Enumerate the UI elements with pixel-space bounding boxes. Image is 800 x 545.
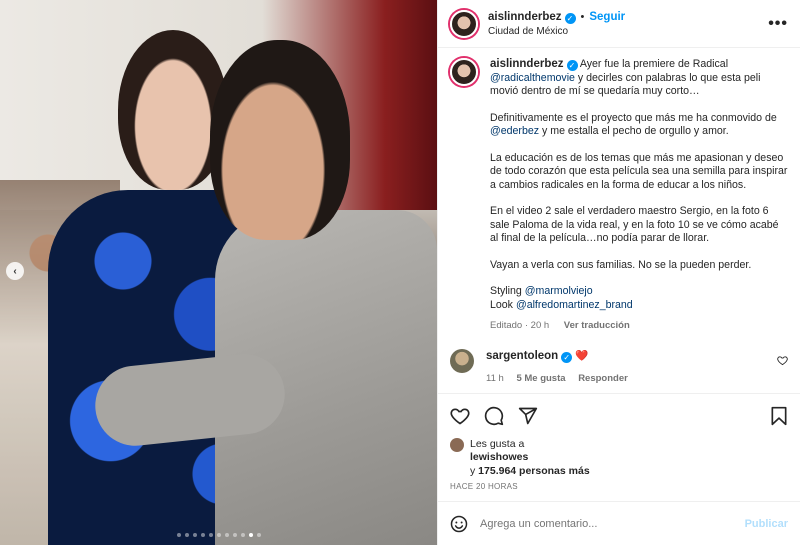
likes-user[interactable]: lewishowes — [470, 451, 528, 463]
comment-input[interactable] — [480, 517, 745, 530]
comment-meta: 11 h 5 Me gusta Responder — [486, 373, 788, 384]
emoji-icon[interactable] — [450, 515, 468, 533]
mention-link[interactable]: @marmolviejo — [525, 285, 593, 297]
carousel-dot-active — [248, 533, 253, 537]
carousel-dots — [0, 533, 437, 537]
mention-link[interactable]: @ederbez — [490, 125, 539, 137]
carousel-dot — [232, 533, 237, 537]
comment-body: sargentoleon ✓ ❤️ 11 h 5 Me gusta Respond… — [486, 349, 788, 384]
carousel-dot — [256, 533, 261, 537]
post-media[interactable]: ‹ — [0, 0, 437, 545]
caption-text: En el video 2 sale el verdadero maestro … — [490, 205, 779, 244]
carousel-dot — [184, 533, 189, 537]
likes-prefix: Les gusta a — [470, 437, 525, 450]
bookmark-icon[interactable] — [770, 406, 788, 426]
likes-summary: Les gusta a lewishowes y 175.964 persona… — [450, 437, 788, 479]
carousel-dot — [200, 533, 205, 537]
translate-button[interactable]: Ver traducción — [564, 320, 630, 331]
edited-time: Editado · 20 h — [490, 320, 550, 331]
caption-username[interactable]: aislinnderbez — [490, 58, 564, 70]
heart-icon[interactable] — [450, 406, 470, 426]
post-time[interactable]: HACE 20 HORAS — [450, 482, 788, 491]
reply-button[interactable]: Responder — [578, 373, 628, 384]
carousel-dot — [240, 533, 245, 537]
photo-man-head — [210, 40, 350, 240]
comment-text: ❤️ — [575, 349, 589, 362]
caption-text: Styling — [490, 285, 522, 297]
caption-text: La educación es de los temas que más me … — [490, 151, 788, 191]
verified-icon: ✓ — [561, 351, 573, 363]
comment-icon[interactable] — [484, 406, 504, 426]
header-username[interactable]: aislinnderbez — [488, 11, 562, 23]
avatar[interactable] — [450, 58, 478, 86]
more-icon[interactable]: ••• — [768, 15, 788, 33]
add-comment-bar: Publicar — [438, 501, 800, 545]
heart-icon[interactable] — [777, 355, 788, 369]
likes-and: y — [470, 464, 476, 477]
comment-likes[interactable]: 5 Me gusta — [516, 373, 565, 384]
likes-count[interactable]: 175.964 personas más — [478, 465, 590, 477]
mention-link[interactable]: @radicalthemovie — [490, 72, 575, 84]
carousel-dot — [208, 533, 213, 537]
carousel-dot — [216, 533, 221, 537]
post-actions: Les gusta a lewishowes y 175.964 persona… — [438, 392, 800, 491]
action-bar — [450, 402, 788, 430]
caption: aislinnderbez ✓ Ayer fue la premiere de R… — [450, 58, 788, 333]
avatar[interactable] — [450, 9, 478, 38]
avatar[interactable] — [450, 437, 464, 452]
carousel-dot — [192, 533, 197, 537]
mention-link[interactable]: @alfredomartinez_brand — [516, 299, 633, 311]
carousel-dot — [224, 533, 229, 537]
post-header: aislinnderbez ✓ • Seguir Ciudad de México •… — [438, 0, 800, 48]
separator-dot: • — [580, 10, 585, 23]
comment: sargentoleon ✓ ❤️ 11 h 5 Me gusta Respond… — [450, 348, 788, 384]
location-link[interactable]: Ciudad de México — [488, 26, 768, 37]
verified-icon: ✓ — [566, 60, 578, 71]
post-side-panel: aislinnderbez ✓ • Seguir Ciudad de México •… — [437, 0, 800, 545]
caption-text: Ayer fue la premiere de Radical — [579, 58, 729, 70]
caption-text: Vayan a verla con sus familias. No se la… — [490, 258, 752, 271]
caption-text: Look — [490, 298, 513, 311]
chevron-left-icon[interactable]: ‹ — [6, 262, 24, 280]
carousel-dot — [176, 533, 181, 537]
caption-body: aislinnderbez ✓ Ayer fue la premiere de R… — [490, 58, 788, 333]
caption-meta: Editado · 20 h Ver traducción — [490, 319, 788, 333]
avatar[interactable] — [450, 348, 474, 373]
caption-text: y me estalla el pecho de orgullo y amor. — [542, 125, 729, 137]
verified-icon: ✓ — [564, 12, 576, 24]
share-icon[interactable] — [518, 406, 538, 426]
header-names: aislinnderbez ✓ • Seguir Ciudad de México — [488, 11, 768, 37]
comment-time: 11 h — [486, 372, 504, 384]
likes-text: Les gusta a lewishowes y 175.964 persona… — [470, 438, 590, 479]
follow-button[interactable]: Seguir — [589, 11, 625, 23]
comments-section[interactable]: aislinnderbez ✓ Ayer fue la premiere de R… — [438, 48, 800, 393]
comment-username[interactable]: sargentoleon — [486, 350, 558, 362]
publish-button[interactable]: Publicar — [745, 518, 788, 530]
caption-text: Definitivamente es el proyecto que más m… — [490, 111, 777, 124]
